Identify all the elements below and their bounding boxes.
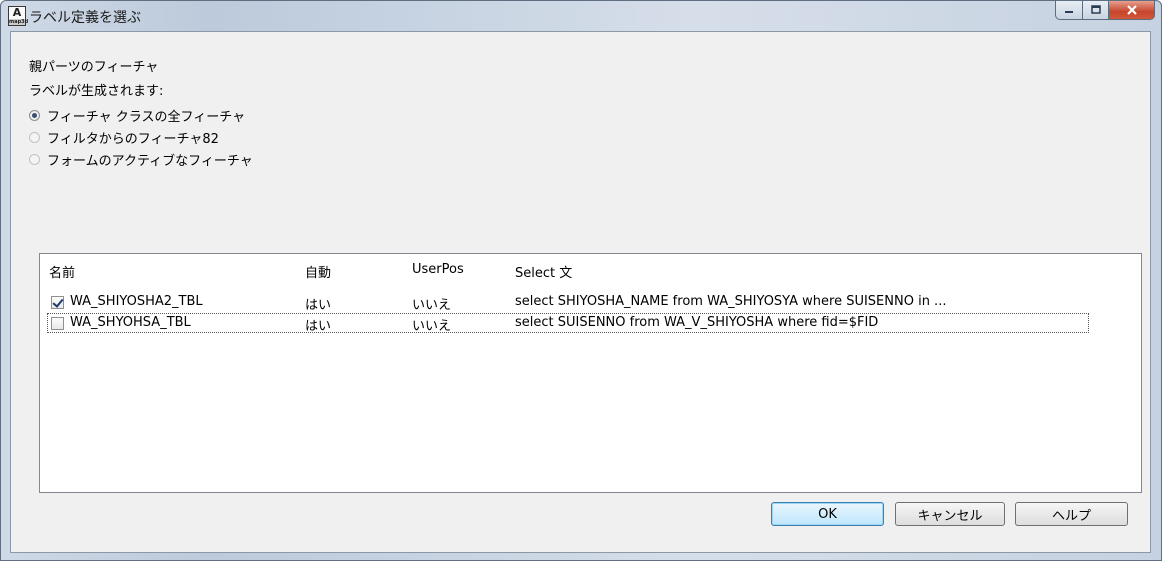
column-header-name[interactable]: 名前 xyxy=(49,262,75,281)
caption-buttons xyxy=(1055,1,1155,21)
radio-label: フォームのアクティブなフィーチャ xyxy=(47,153,253,169)
minimize-button[interactable] xyxy=(1055,1,1083,20)
app-icon[interactable]: A map3d xyxy=(8,6,29,26)
ok-button[interactable]: OK xyxy=(771,502,884,526)
radio-label: フィルタからのフィーチャ82 xyxy=(47,131,219,147)
table-row[interactable]: WA_SHIYOSHA2_TBL はい いいえ select SHIYOSHA_… xyxy=(48,293,1088,313)
maximize-icon xyxy=(1090,5,1101,14)
cell-select: select SUISENNO from WA_V_SHIYOSHA where… xyxy=(515,315,879,330)
app-icon-letter: A xyxy=(12,6,22,19)
close-icon xyxy=(1126,5,1137,15)
cell-auto: はい xyxy=(305,319,332,334)
list-header: 名前 自動 UserPos Select 文 xyxy=(40,262,1141,282)
row-checkbox[interactable] xyxy=(51,296,64,309)
label-generated-label: ラベルが生成されます: xyxy=(29,84,164,99)
radio-button[interactable] xyxy=(29,131,40,143)
column-header-userpos[interactable]: UserPos xyxy=(412,262,464,277)
window-title: ラベル定義を選ぶ xyxy=(29,10,141,26)
radio-all-features[interactable]: フィーチャ クラスの全フィーチャ xyxy=(29,105,245,125)
radio-label: フィーチャ クラスの全フィーチャ xyxy=(47,109,246,125)
cell-auto: はい xyxy=(305,298,332,313)
cancel-button[interactable]: キャンセル xyxy=(895,502,1005,526)
close-button[interactable] xyxy=(1109,1,1155,20)
column-header-auto[interactable]: 自動 xyxy=(305,262,331,281)
radio-button[interactable] xyxy=(29,153,40,165)
app-icon-sub: map3d xyxy=(9,19,29,25)
cell-userpos: いいえ xyxy=(412,319,452,334)
dialog-window: A map3d ラベル定義を選ぶ 親パーツのフィーチャ ラベルが生成されます: … xyxy=(0,0,1162,561)
cell-name: WA_SHIYOSHA2_TBL xyxy=(70,294,203,309)
parent-feature-label: 親パーツのフィーチャ xyxy=(29,60,159,75)
column-header-select[interactable]: Select 文 xyxy=(515,262,572,281)
table-row[interactable]: WA_SHYOHSA_TBL はい いいえ select SUISENNO fr… xyxy=(47,313,1089,334)
title-bar[interactable]: A map3d ラベル定義を選ぶ xyxy=(1,1,1161,31)
row-checkbox[interactable] xyxy=(51,317,64,330)
cell-select: select SHIYOSHA_NAME from WA_SHIYOSYA wh… xyxy=(515,294,947,309)
cell-userpos: いいえ xyxy=(412,298,452,313)
radio-filter-features[interactable]: フィルタからのフィーチャ82 xyxy=(29,127,219,147)
dialog-client-area: 親パーツのフィーチャ ラベルが生成されます: フィーチャ クラスの全フィーチャ … xyxy=(10,31,1151,553)
label-definition-list[interactable]: 名前 自動 UserPos Select 文 WA_SHIYOSHA2_TBL … xyxy=(39,253,1142,493)
help-button[interactable]: ヘルプ xyxy=(1015,502,1128,526)
radio-active-form-features[interactable]: フォームのアクティブなフィーチャ xyxy=(29,149,253,169)
maximize-button[interactable] xyxy=(1083,1,1109,20)
radio-button[interactable] xyxy=(29,109,40,121)
cell-name: WA_SHYOHSA_TBL xyxy=(70,315,191,330)
minimize-icon xyxy=(1065,11,1073,13)
